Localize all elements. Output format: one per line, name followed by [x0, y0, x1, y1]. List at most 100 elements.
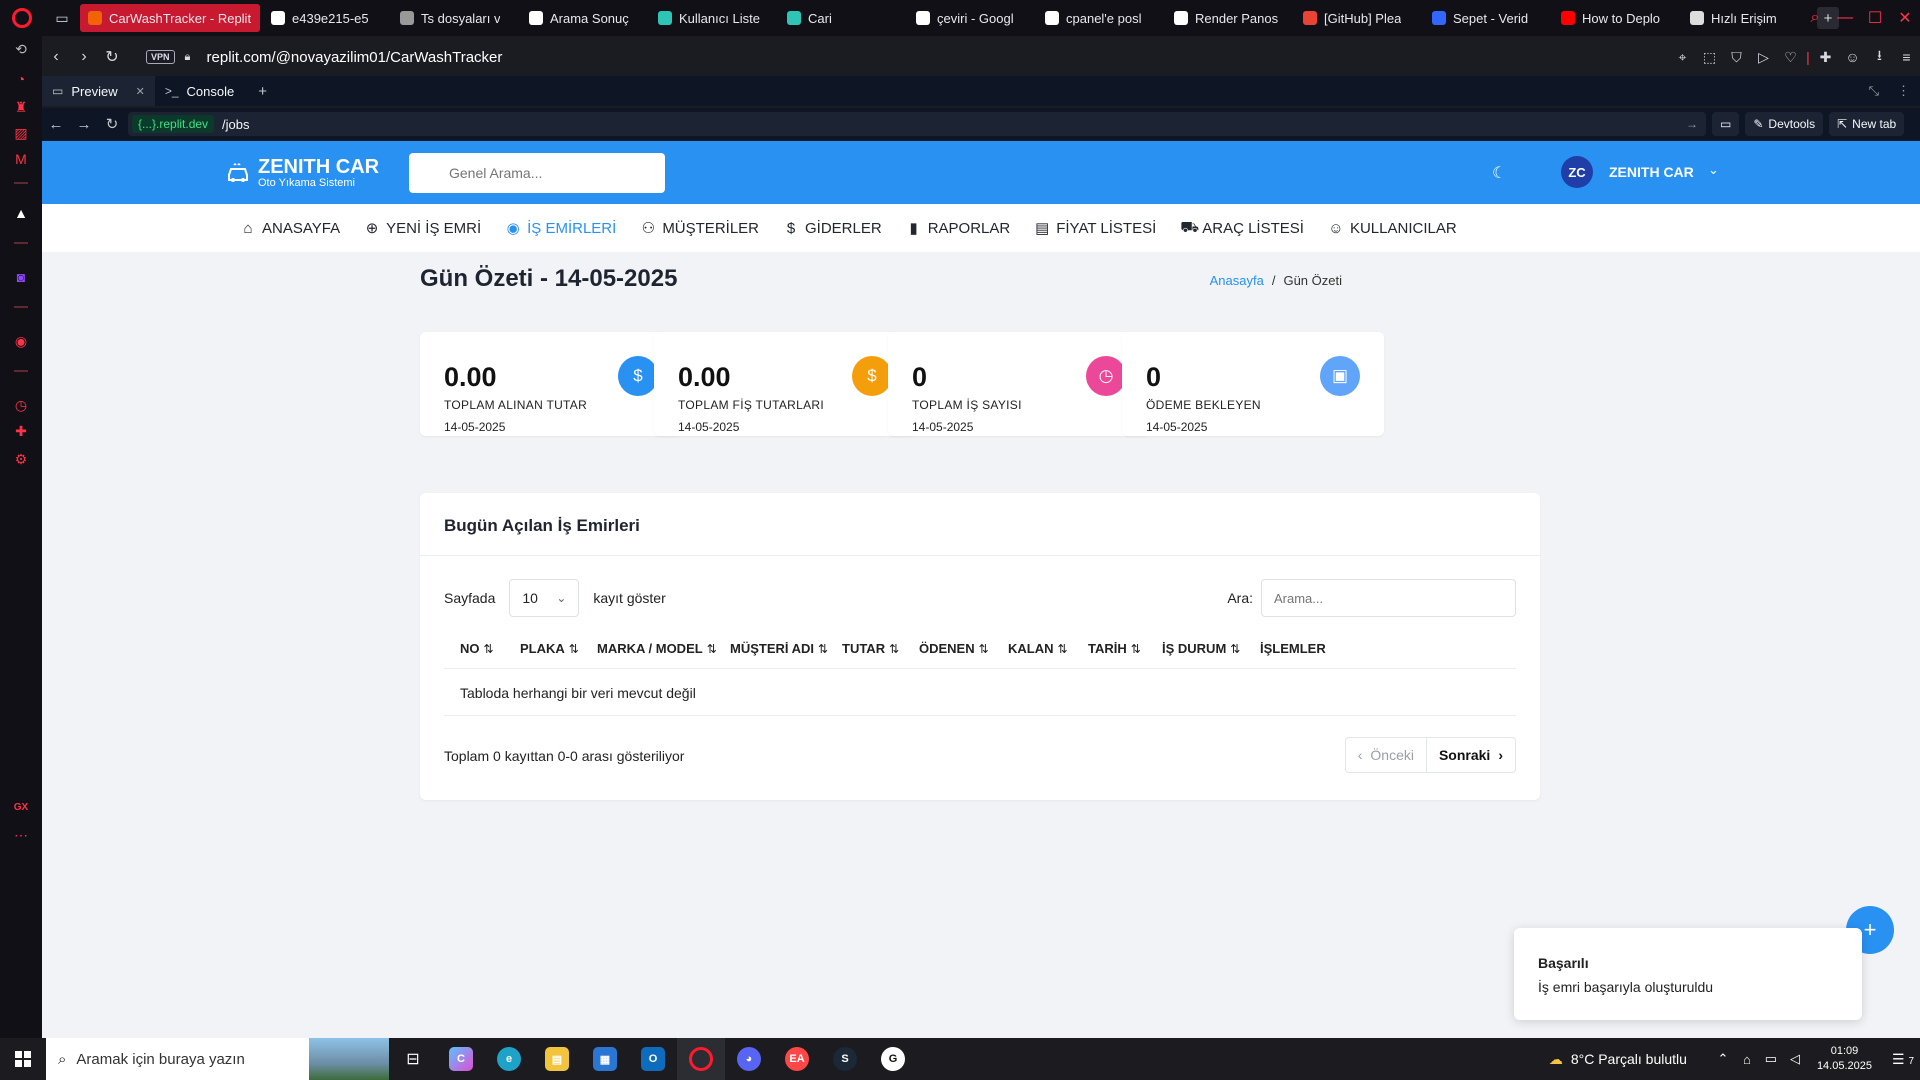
browser-tab[interactable]: Hızlı Erişim — [1682, 4, 1808, 32]
chevron-down-icon[interactable]: ⌄ — [1708, 162, 1719, 178]
easy-setup-icon[interactable]: ≡ — [1893, 49, 1920, 65]
replit-pin-icon[interactable]: ▲ — [12, 204, 30, 222]
column-header[interactable]: İŞ DURUM ⇅ — [1162, 641, 1240, 656]
webview-forward-icon[interactable]: → — [70, 116, 98, 133]
collapse-icon[interactable]: ⤡ — [1869, 83, 1879, 99]
store-app[interactable]: ▦ — [581, 1038, 629, 1080]
nav-item-4[interactable]: ⚇ MÜŞTERİLER — [640, 219, 759, 238]
device-button[interactable]: ▭ — [1712, 112, 1740, 136]
previous-page-button[interactable]: ‹ Önceki — [1344, 737, 1427, 773]
new-tab-open-button[interactable]: ⇱ New tab — [1829, 112, 1905, 136]
games-icon[interactable]: ♜ — [12, 98, 30, 116]
clock[interactable]: 01:09 14.05.2025 — [1817, 1044, 1872, 1074]
player-icon[interactable]: ▷ — [1750, 49, 1777, 66]
reload-icon[interactable]: ↻ — [98, 47, 126, 67]
column-header[interactable]: NO ⇅ — [460, 641, 494, 656]
maximize-icon[interactable]: ☐ — [1860, 8, 1890, 28]
nav-item-9[interactable]: ☺ KULLANICILAR — [1328, 220, 1456, 237]
nav-item-5[interactable]: $ GİDERLER — [783, 220, 882, 237]
network-icon[interactable]: ⌂ — [1735, 1052, 1759, 1067]
github-app[interactable]: G — [869, 1038, 917, 1080]
next-page-button[interactable]: Sonraki › — [1426, 737, 1516, 773]
column-header[interactable]: TUTAR ⇅ — [842, 641, 899, 656]
add-pane-tab-button[interactable]: + — [244, 83, 281, 100]
edge-app[interactable]: e — [485, 1038, 533, 1080]
task-view-button[interactable]: ⊟ — [389, 1038, 437, 1080]
tab-preview[interactable]: ▭ Preview ✕ — [42, 76, 155, 106]
file-explorer-app[interactable]: ▤ — [533, 1038, 581, 1080]
bookmark-heart-icon[interactable]: ♡ — [1777, 49, 1804, 66]
vpn-badge[interactable]: VPN — [146, 50, 175, 64]
player-icon[interactable]: ◉ — [12, 332, 30, 350]
browser-tab[interactable]: Render Panos — [1166, 4, 1292, 32]
browser-tab[interactable]: Ts dosyaları v — [392, 4, 518, 32]
global-search-input[interactable] — [409, 153, 665, 193]
back-icon[interactable]: ‹ — [42, 48, 70, 66]
download-icon[interactable]: ⭳ — [1866, 45, 1893, 69]
webview-url-input[interactable]: {...}.replit.dev /jobs → — [128, 112, 1706, 136]
browser-tab[interactable]: CarWashTracker - Replit — [80, 4, 260, 32]
url-field[interactable]: replit.com/@novayazilim01/CarWashTracker — [207, 49, 503, 66]
browser-tab[interactable]: çeviri - Googl — [908, 4, 1034, 32]
brand-logo[interactable]: ZENITH CAR Oto Yıkama Sistemi — [226, 157, 379, 189]
minimize-icon[interactable]: — — [1830, 9, 1860, 27]
webview-back-icon[interactable]: ← — [42, 116, 70, 133]
column-header[interactable]: MARKA / MODEL ⇅ — [597, 641, 717, 656]
nav-item-7[interactable]: ▤ FİYAT LİSTESİ — [1034, 219, 1156, 238]
column-header[interactable]: TARİH ⇅ — [1088, 641, 1141, 656]
browser-tab[interactable]: Cari — [779, 4, 905, 32]
taskbar-search-box[interactable]: ⌕ Aramak için buraya yazın — [46, 1038, 389, 1080]
tab-menu-icon[interactable]: ▭ — [44, 0, 80, 36]
adblock-icon[interactable]: ⛉ — [1723, 49, 1750, 66]
browser-tab[interactable]: cpanel'e posl — [1037, 4, 1163, 32]
nav-item-1[interactable]: ⌂ ANASAYFA — [240, 220, 340, 237]
extensions-icon[interactable]: ✚ — [12, 422, 30, 440]
sync-icon[interactable]: ⟲ — [12, 40, 30, 58]
copilot-app[interactable]: C — [437, 1038, 485, 1080]
close-tab-icon[interactable]: ✕ — [136, 85, 145, 98]
page-length-select[interactable]: 10 ⌄ — [509, 579, 580, 617]
twitch-icon[interactable]: ◙ — [12, 268, 30, 286]
pin-icon[interactable]: ⌖ — [1669, 49, 1696, 66]
column-header[interactable]: ÖDENEN ⇅ — [919, 641, 989, 656]
forward-icon[interactable]: › — [70, 48, 98, 66]
aria-icon[interactable]: ◔ — [12, 70, 30, 88]
opera-gx-app[interactable] — [677, 1038, 725, 1080]
outlook-app[interactable]: O — [629, 1038, 677, 1080]
history-icon[interactable]: ◷ — [12, 396, 30, 414]
volume-icon[interactable]: ◁ — [1783, 1051, 1807, 1067]
browser-tab[interactable]: Arama Sonuç — [521, 4, 647, 32]
profile-icon[interactable]: ☺ — [1839, 49, 1866, 65]
avatar[interactable]: ZC — [1561, 156, 1593, 188]
gx-corner-icon[interactable]: ▨ — [12, 124, 30, 142]
success-toast[interactable]: Başarılı İş emri başarıyla oluşturuldu — [1514, 928, 1862, 1020]
nav-item-6[interactable]: ▮ RAPORLAR — [906, 219, 1011, 238]
discord-app[interactable]: ◕ — [725, 1038, 773, 1080]
browser-tab[interactable]: Sepet - Verid — [1424, 4, 1550, 32]
start-button[interactable] — [0, 1038, 46, 1080]
column-header[interactable]: KALAN ⇅ — [1008, 641, 1068, 656]
display-icon[interactable]: ▭ — [1759, 1051, 1783, 1067]
opera-logo-icon[interactable] — [0, 0, 44, 36]
close-icon[interactable]: ✕ — [1890, 8, 1920, 28]
settings-icon[interactable]: ⚙ — [12, 450, 30, 468]
browser-tab[interactable]: How to Deplo — [1553, 4, 1679, 32]
dark-mode-toggle-icon[interactable]: ☾ — [1492, 163, 1506, 183]
steam-app[interactable]: S — [821, 1038, 869, 1080]
snapshot-icon[interactable]: ⬚ — [1696, 49, 1723, 66]
column-header[interactable]: PLAKA ⇅ — [520, 641, 579, 656]
table-search-input[interactable] — [1261, 579, 1516, 617]
dev-host-chip[interactable]: {...}.replit.dev — [132, 115, 215, 133]
kebab-menu-icon[interactable]: ⋮ — [1897, 83, 1910, 99]
ea-app[interactable]: EA — [773, 1038, 821, 1080]
breadcrumb-home-link[interactable]: Anasayfa — [1210, 273, 1264, 288]
browser-tab[interactable]: e439e215-e5 — [263, 4, 389, 32]
user-name[interactable]: ZENITH CAR — [1609, 164, 1694, 180]
nav-item-3[interactable]: ◉ İŞ EMİRLERİ — [505, 219, 617, 238]
extensions-icon[interactable]: ✚ — [1812, 49, 1839, 66]
gx-control-icon[interactable]: GX — [12, 798, 30, 816]
nav-item-2[interactable]: ⊕ YENİ İŞ EMRİ — [364, 219, 481, 238]
weather-widget[interactable]: ☁ 8°C Parçalı bulutlu — [1549, 1051, 1687, 1068]
webview-reload-icon[interactable]: ↻ — [98, 115, 126, 133]
go-arrow-icon[interactable]: → — [1686, 117, 1698, 131]
